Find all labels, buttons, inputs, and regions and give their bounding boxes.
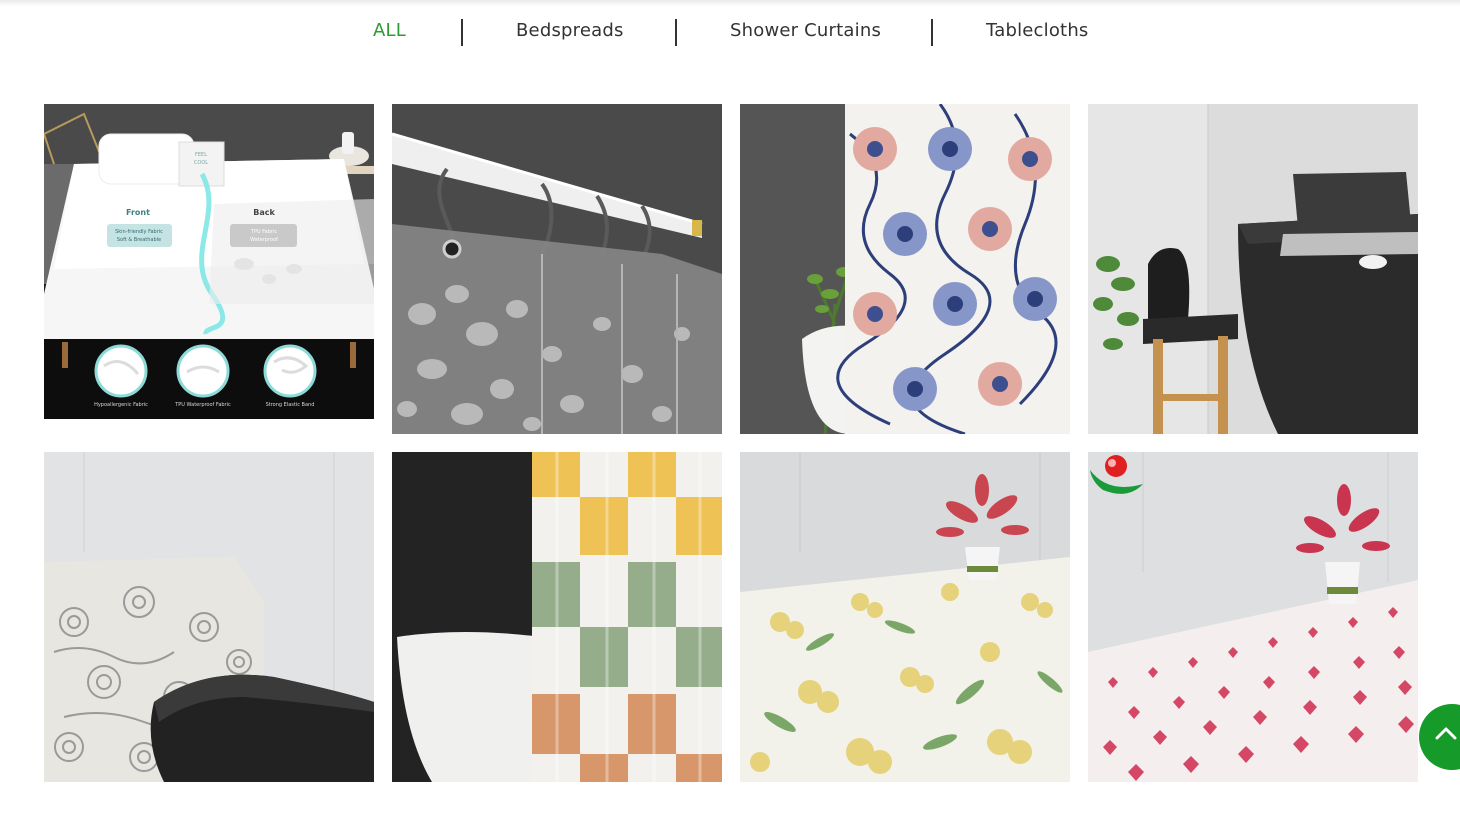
tab-all[interactable]: ALL — [373, 20, 406, 41]
product-card-red-heart-tablecloth[interactable] — [1088, 452, 1418, 782]
chevron-up-icon — [1435, 727, 1457, 740]
product-card-black-tablecloth[interactable] — [1088, 104, 1418, 434]
product-card-grey-floral-tablecloth[interactable] — [44, 452, 374, 782]
clear-pebble-curtain-image — [392, 104, 722, 434]
front-title: Front — [126, 208, 150, 217]
front-desc: Soft & Breathable — [117, 237, 161, 243]
red-heart-tablecloth-image — [1088, 452, 1418, 782]
tab-divider — [931, 19, 933, 46]
tab-tablecloths[interactable]: Tablecloths — [986, 20, 1089, 41]
scroll-to-top-button[interactable] — [1419, 704, 1460, 770]
grey-floral-tablecloth-image — [44, 452, 374, 782]
tab-divider — [461, 19, 463, 46]
back-title: Back — [253, 208, 275, 217]
back-desc: TPU Fabric — [250, 229, 277, 235]
black-tablecloth-image — [1088, 104, 1418, 434]
tab-divider — [675, 19, 677, 46]
yellow-floral-tablecloth-image — [740, 452, 1070, 782]
product-card-mattress-protector[interactable]: FEEL COOL Front Skin-friendly Fabric Sof… — [44, 104, 374, 419]
product-card-yellow-floral-tablecloth[interactable] — [740, 452, 1070, 782]
pillow-text: FEEL — [195, 152, 207, 158]
checkered-curtain-image — [392, 452, 722, 782]
category-tabs: ALL Bedspreads Shower Curtains Tableclot… — [0, 18, 1460, 46]
product-card-blue-floral-curtain[interactable] — [740, 104, 1070, 434]
pillow-text: COOL — [194, 160, 208, 166]
feature-label: Hypoallergenic Fabric — [94, 402, 148, 408]
feature-label: TPU Waterproof Fabric — [174, 402, 231, 408]
blue-floral-curtain-image — [740, 104, 1070, 434]
header-shadow — [0, 0, 1460, 6]
mattress-protector-image: FEEL COOL Front Skin-friendly Fabric Sof… — [44, 104, 374, 419]
product-card-clear-pebble-curtain[interactable] — [392, 104, 722, 434]
front-desc: Skin-friendly Fabric — [115, 229, 163, 235]
tab-shower-curtains[interactable]: Shower Curtains — [730, 20, 881, 41]
feature-label: Strong Elastic Band — [266, 402, 315, 408]
tab-bedspreads[interactable]: Bedspreads — [516, 20, 624, 41]
product-card-checkered-curtain[interactable] — [392, 452, 722, 782]
back-desc: Waterproof — [250, 237, 278, 243]
